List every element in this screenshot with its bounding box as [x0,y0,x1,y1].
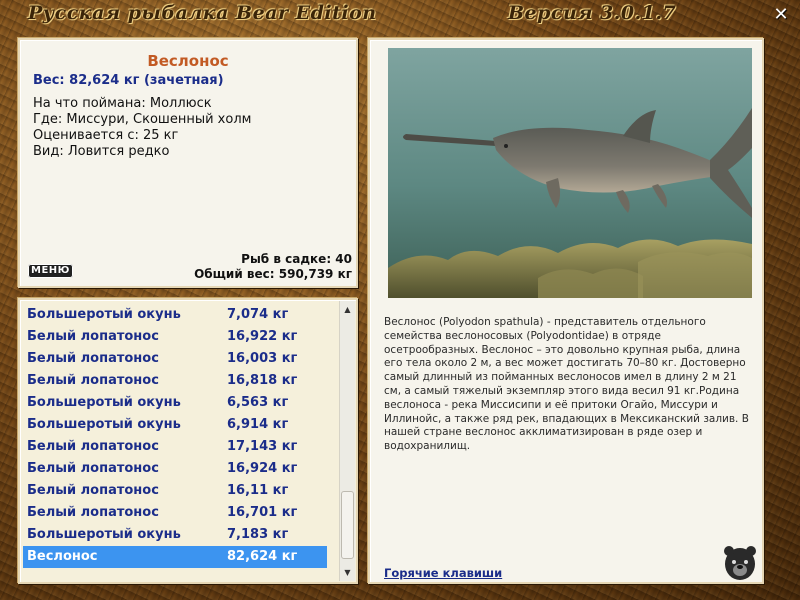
list-item[interactable]: Большеротый окунь 7,074 кг [23,304,327,326]
app-title: Русская рыбалка Bear Edition [28,2,377,24]
version-label: Версия 3.0.1.7 [508,2,677,24]
list-item-name: Большеротый окунь [27,307,181,322]
list-item[interactable]: Большеротый окунь 6,914 кг [23,414,327,436]
list-item-name: Белый лопатонос [27,461,159,476]
list-item-name: Белый лопатонос [27,505,159,520]
scroll-down-icon[interactable]: ▼ [340,565,355,580]
list-item-weight: 16,924 кг [227,461,298,476]
list-item-name: Белый лопатонос [27,373,159,388]
net-totals: Рыб в садке: 40 Общий вес: 590,739 кг [194,252,352,282]
list-item[interactable]: Большеротый окунь 6,563 кг [23,392,327,414]
list-item[interactable]: Белый лопатонос 16,003 кг [23,348,327,370]
list-item-selected[interactable]: Веслонос 82,624 кг [23,546,327,568]
list-item[interactable]: Белый лопатонос 16,701 кг [23,502,327,524]
paddlefish-image [388,48,752,298]
species-note-line: Вид: Ловится редко [33,144,170,159]
list-item[interactable]: Белый лопатонос 17,143 кг [23,436,327,458]
list-item-name: Белый лопатонос [27,351,159,366]
fish-photo [388,48,752,298]
bait-line: На что поймана: Моллюск [33,96,212,111]
list-item-weight: 7,183 кг [227,527,289,542]
catch-list-panel: Большеротый окунь 7,074 кг Белый лопатоно… [18,298,358,584]
list-item-name: Веслонос [27,549,98,564]
catch-details: На что поймана: Моллюск Где: Миссури, Ск… [33,96,251,160]
list-item-name: Белый лопатонос [27,439,159,454]
list-item-weight: 82,624 кг [227,549,298,564]
fish-description-text: Веслонос (Polyodon spathula) - представи… [384,316,749,453]
list-item-name: Большеротый окунь [27,527,181,542]
menu-button[interactable]: МЕНЮ [28,264,73,278]
bear-logo-icon [722,542,758,582]
list-item[interactable]: Белый лопатонос 16,11 кг [23,480,327,502]
hotkeys-link[interactable]: Горячие клавиши [384,566,502,580]
fish-description-panel: Веслонос (Polyodon spathula) - представи… [368,38,764,584]
list-item-weight: 6,914 кг [227,417,289,432]
list-scrollbar[interactable]: ▲ ▼ [339,301,355,581]
catch-info-panel: Веслонос Вес: 82,624 кг (зачетная) На чт… [18,38,358,288]
fish-name: Веслонос [147,52,229,70]
list-item-name: Большеротый окунь [27,395,181,410]
list-item-weight: 16,922 кг [227,329,298,344]
valued-from-line: Оценивается с: 25 кг [33,128,179,143]
list-item-weight: 17,143 кг [227,439,298,454]
catch-list: Большеротый окунь 7,074 кг Белый лопатоно… [23,304,327,568]
list-item-weight: 16,701 кг [227,505,298,520]
total-weight: Общий вес: 590,739 кг [194,267,352,281]
list-item-weight: 7,074 кг [227,307,289,322]
list-item[interactable]: Белый лопатонос 16,818 кг [23,370,327,392]
list-item[interactable]: Белый лопатонос 16,922 кг [23,326,327,348]
close-icon[interactable]: ✕ [772,6,790,24]
scroll-up-icon[interactable]: ▲ [340,302,355,317]
list-item-weight: 6,563 кг [227,395,289,410]
scroll-thumb[interactable] [341,491,354,559]
list-item-weight: 16,11 кг [227,483,289,498]
fish-weight: Вес: 82,624 кг (зачетная) [33,73,224,88]
list-item[interactable]: Большеротый окунь 7,183 кг [23,524,327,546]
fish-count: Рыб в садке: 40 [241,252,352,266]
list-item-name: Белый лопатонос [27,483,159,498]
list-item-weight: 16,003 кг [227,351,298,366]
location-line: Где: Миссури, Скошенный холм [33,112,252,127]
list-item-name: Большеротый окунь [27,417,181,432]
list-item-weight: 16,818 кг [227,373,298,388]
list-item[interactable]: Белый лопатонос 16,924 кг [23,458,327,480]
list-item-name: Белый лопатонос [27,329,159,344]
